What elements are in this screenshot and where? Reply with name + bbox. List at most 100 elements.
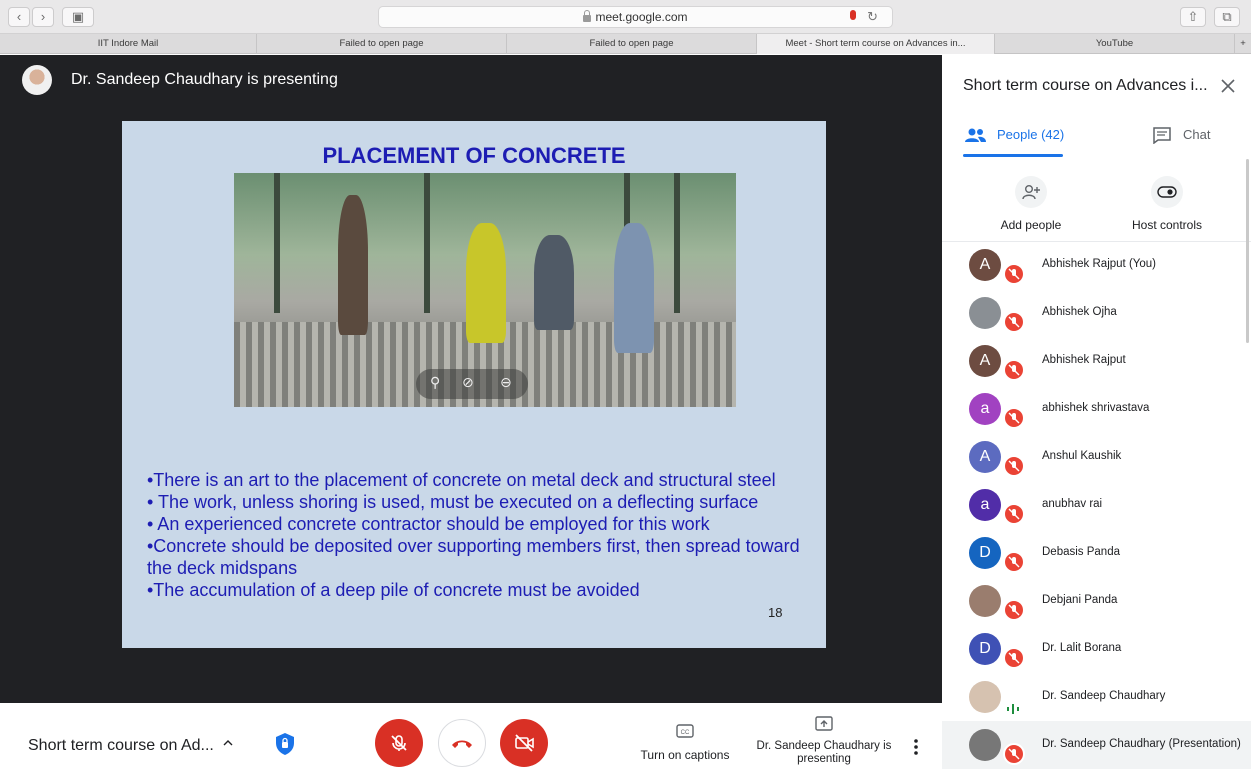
slide: PLACEMENT OF CONCRETE ⚲ ⊘ ⊖ •There is an… (122, 121, 826, 648)
participant-row[interactable]: a abhishek shrivastava (942, 385, 1251, 433)
remove-icon[interactable]: ⊖ (500, 374, 512, 391)
participant-name: Abhishek Rajput (You) (1042, 258, 1157, 270)
browser-toolbar: ‹ › ▣ meet.google.com ↻ ⇧ ⧉ (0, 0, 1251, 34)
participant-avatar: A (969, 345, 1001, 377)
participant-avatar (969, 297, 1001, 329)
mic-recording-icon (850, 10, 856, 20)
new-tab-button[interactable]: + (1235, 34, 1251, 54)
slide-bullet: •The accumulation of a deep pile of conc… (147, 580, 640, 600)
participant-avatar: a (969, 489, 1001, 521)
participant-avatar (969, 729, 1001, 761)
participant-row[interactable]: A Anshul Kaushik (942, 433, 1251, 481)
host-controls-button[interactable]: Host controls (1112, 176, 1222, 232)
mic-muted-icon (1003, 359, 1025, 381)
participant-avatar: D (969, 633, 1001, 665)
slide-title: PLACEMENT OF CONCRETE (322, 143, 626, 168)
participant-name: Anshul Kaushik (1042, 450, 1122, 462)
present-screen-icon (815, 716, 833, 731)
people-icon (965, 128, 986, 142)
media-controls: ⚲ ⊘ ⊖ (416, 369, 528, 399)
presenting-status-button[interactable]: Dr. Sandeep Chaudhary is presenting (752, 716, 896, 766)
presenter-header: Dr. Sandeep Chaudhary is presenting (22, 65, 338, 95)
slide-bullets: •There is an art to the placement of con… (147, 469, 827, 601)
tab-chat[interactable]: Chat (1152, 121, 1232, 157)
participant-name: anubhav rai (1042, 498, 1103, 510)
more-options-icon[interactable] (909, 737, 923, 757)
slide-bullet: •There is an art to the placement of con… (147, 470, 776, 490)
slide-photo: ⚲ ⊘ ⊖ (234, 173, 736, 407)
tab-youtube[interactable]: YouTube (995, 34, 1235, 54)
speaking-indicator-icon (1006, 701, 1020, 714)
presenter-text: Dr. Sandeep Chaudhary is presenting (71, 71, 338, 88)
participant-row[interactable]: Debjani Panda (942, 577, 1251, 625)
participant-row[interactable]: A Abhishek Rajput (942, 337, 1251, 385)
mic-muted-icon (1003, 311, 1025, 333)
participant-row[interactable]: Dr. Sandeep Chaudhary (Presentation) (942, 721, 1251, 769)
host-controls-label: Host controls (1131, 218, 1203, 232)
share-button[interactable]: ⇧ (1180, 7, 1206, 27)
hangup-icon (452, 740, 472, 748)
leave-call-button[interactable] (438, 719, 486, 767)
close-icon[interactable] (1219, 77, 1237, 95)
participant-avatar: A (969, 249, 1001, 281)
sidebar-button[interactable]: ▣ (62, 7, 94, 27)
participant-name: Dr. Sandeep Chaudhary (Presentation) (1042, 738, 1241, 750)
shield-icon[interactable] (274, 732, 296, 756)
participant-row[interactable]: Abhishek Ojha (942, 289, 1251, 337)
participant-avatar (969, 681, 1001, 713)
people-panel: Short term course on Advances i... Peopl… (942, 55, 1251, 772)
participant-row[interactable]: A Abhishek Rajput (You) (942, 241, 1251, 289)
mic-muted-icon (1003, 599, 1025, 621)
tab-meet[interactable]: Meet - Short term course on Advances in.… (757, 34, 995, 54)
tab-failed-2[interactable]: Failed to open page (507, 34, 757, 54)
back-button[interactable]: ‹ (8, 7, 30, 27)
presentation-stage: Dr. Sandeep Chaudhary is presenting PLAC… (0, 55, 942, 703)
tab-bar: IIT Indore Mail Failed to open page Fail… (0, 34, 1251, 54)
pin-icon[interactable]: ⚲ (430, 374, 440, 391)
captions-icon: CC (676, 724, 694, 738)
panel-title: Short term course on Advances i... (963, 77, 1208, 94)
forward-button[interactable]: › (32, 7, 54, 27)
participant-avatar: D (969, 537, 1001, 569)
chat-tab-label: Chat (1183, 127, 1211, 142)
reload-icon[interactable]: ↻ (867, 7, 878, 27)
camera-off-button[interactable] (500, 719, 548, 767)
presenting-label: Dr. Sandeep Chaudhary is presenting (756, 740, 892, 765)
participant-row[interactable]: D Debasis Panda (942, 529, 1251, 577)
participant-row[interactable]: Dr. Sandeep Chaudhary (942, 673, 1251, 721)
tab-failed-1[interactable]: Failed to open page (257, 34, 507, 54)
participant-name: Debasis Panda (1042, 546, 1120, 558)
slide-bullet: •Concrete should be deposited over suppo… (147, 536, 800, 578)
chat-icon (1153, 127, 1171, 144)
url-text: meet.google.com (595, 10, 688, 24)
participant-name: Abhishek Ojha (1042, 306, 1117, 318)
mic-muted-icon (1003, 407, 1025, 429)
url-bar[interactable]: meet.google.com ↻ (378, 6, 893, 28)
svg-text:CC: CC (681, 730, 690, 736)
camera-off-icon (515, 734, 534, 752)
mute-icon[interactable]: ⊘ (462, 374, 474, 391)
participant-name: Dr. Lalit Borana (1042, 642, 1122, 654)
add-people-button[interactable]: Add people (991, 176, 1071, 232)
slide-page-number: 18 (768, 605, 783, 620)
participant-name: Abhishek Rajput (1042, 354, 1126, 366)
tab-iit-mail[interactable]: IIT Indore Mail (0, 34, 257, 54)
active-tab-indicator (963, 154, 1063, 157)
participant-name: abhishek shrivastava (1042, 402, 1150, 414)
captions-button[interactable]: CC Turn on captions (636, 723, 734, 762)
participant-avatar: A (969, 441, 1001, 473)
toggle-icon (1151, 176, 1183, 208)
participant-name: Dr. Sandeep Chaudhary (1042, 690, 1166, 702)
meeting-title[interactable]: Short term course on Ad... (28, 737, 214, 755)
add-person-icon (1015, 176, 1047, 208)
tabs-button[interactable]: ⧉ (1214, 7, 1240, 27)
participant-row[interactable]: D Dr. Lalit Borana (942, 625, 1251, 673)
participant-name: Debjani Panda (1042, 594, 1118, 606)
tab-people[interactable]: People (42) (963, 121, 1093, 157)
mic-off-button[interactable] (375, 719, 423, 767)
participant-row[interactable]: a anubhav rai (942, 481, 1251, 529)
mic-off-icon (391, 735, 407, 751)
people-tab-label: People (42) (997, 127, 1065, 142)
chevron-up-icon[interactable] (222, 737, 234, 749)
mic-muted-icon (1003, 743, 1025, 765)
